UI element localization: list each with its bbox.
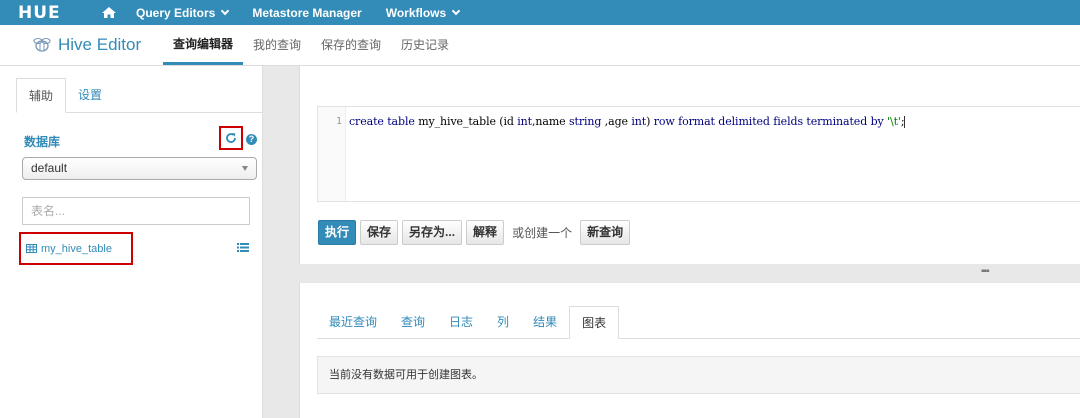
chevron-down-icon (221, 6, 230, 15)
tab-settings[interactable]: 设置 (66, 78, 114, 113)
app-title: Hive Editor (58, 34, 142, 54)
top-navbar: HUE Query Editors Metastore Manager Work… (0, 0, 1080, 25)
editor-toolbar: 执行 保存 另存为... 解释 或创建一个 新查询 (318, 220, 631, 245)
caret-down-icon (242, 166, 248, 171)
assist-panel: 辅助 设置 数据库 ? default my_hive_table (0, 66, 263, 418)
editor-panel: 1 create table my_hive_table (id int,nam… (299, 66, 1080, 264)
tab-query-editor[interactable]: 查询编辑器 (163, 24, 244, 65)
refresh-icon (226, 133, 236, 143)
no-data-message: 当前没有数据可用于创建图表。 (317, 356, 1080, 394)
tab-assist[interactable]: 辅助 (16, 78, 67, 113)
resize-handle[interactable]: ▪▪▪ (981, 267, 990, 277)
home-icon[interactable] (90, 6, 128, 19)
results-panel: 最近查询 查询 日志 列 结果 图表 当前没有数据可用于创建图表。 (299, 283, 1080, 418)
tab-log[interactable]: 日志 (437, 306, 485, 339)
table-name: my_hive_table (41, 242, 112, 255)
new-query-button[interactable]: 新查询 (580, 220, 631, 245)
tab-saved-queries[interactable]: 保存的查询 (311, 24, 391, 65)
execute-button[interactable]: 执行 (318, 220, 357, 245)
table-icon (26, 244, 37, 253)
results-tabs: 最近查询 查询 日志 列 结果 图表 (317, 306, 1080, 339)
tab-results[interactable]: 结果 (521, 306, 569, 339)
tab-query[interactable]: 查询 (389, 306, 437, 339)
hue-logo[interactable]: HUE (0, 3, 90, 23)
table-item[interactable]: my_hive_table (19, 232, 133, 265)
save-button[interactable]: 保存 (360, 220, 399, 245)
tab-history[interactable]: 历史记录 (391, 24, 459, 65)
text-cursor (904, 116, 906, 128)
nav-query-editors[interactable]: Query Editors (128, 6, 244, 20)
tab-my-queries[interactable]: 我的查询 (243, 24, 311, 65)
explain-button[interactable]: 解释 (466, 220, 505, 245)
assist-tabs: 辅助 设置 (16, 78, 262, 113)
tab-recent-queries[interactable]: 最近查询 (317, 306, 389, 339)
query-editor[interactable]: 1 create table my_hive_table (id int,nam… (317, 106, 1080, 202)
app-header: Hive Editor 查询编辑器 我的查询 保存的查询 历史记录 (0, 25, 1080, 66)
list-icon[interactable] (237, 240, 249, 255)
table-search-input[interactable] (22, 197, 250, 225)
save-as-button[interactable]: 另存为... (402, 220, 463, 245)
database-label: 数据库 (24, 135, 61, 149)
query-text[interactable]: create table my_hive_table (id int,name … (349, 115, 906, 128)
line-number: 1 (336, 116, 343, 127)
nav-metastore-manager[interactable]: Metastore Manager (244, 6, 377, 20)
nav-workflows[interactable]: Workflows (378, 6, 475, 20)
database-select[interactable]: default (22, 157, 257, 180)
refresh-button[interactable] (219, 126, 243, 150)
chevron-down-icon (451, 6, 461, 15)
tab-chart[interactable]: 图表 (569, 306, 620, 339)
app-brand[interactable]: Hive Editor (0, 24, 163, 65)
help-icon[interactable]: ? (246, 134, 257, 145)
or-create-text: 或创建一个 (512, 226, 573, 240)
hive-bee-icon (33, 37, 51, 52)
tab-columns[interactable]: 列 (485, 306, 521, 339)
